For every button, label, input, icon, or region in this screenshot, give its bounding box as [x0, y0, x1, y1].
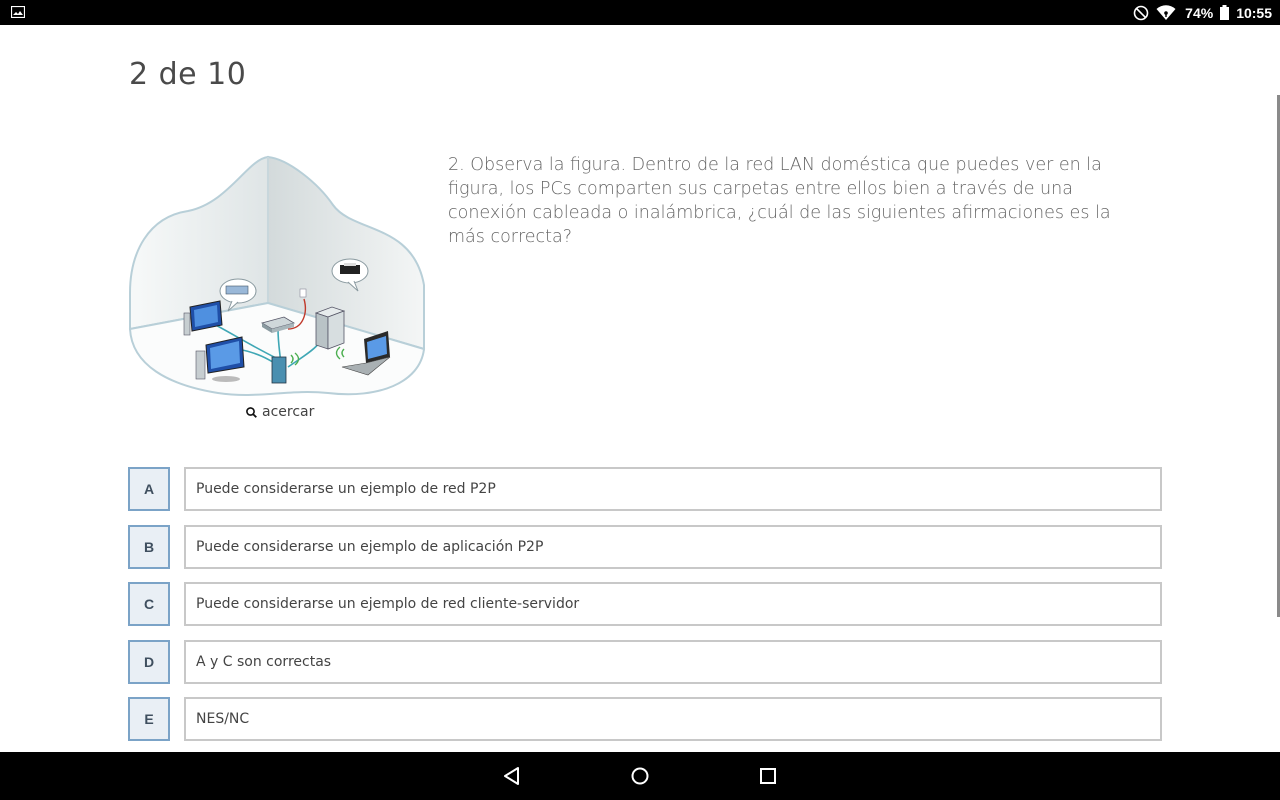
- option-letter[interactable]: C: [128, 582, 170, 626]
- question-counter: 2 de 10: [129, 57, 247, 92]
- answer-option-b[interactable]: B Puede considerarse un ejemplo de aplic…: [128, 525, 1162, 569]
- option-text-box[interactable]: Puede considerarse un ejemplo de red cli…: [184, 582, 1162, 626]
- zoom-label: acercar: [262, 404, 315, 420]
- back-icon[interactable]: [500, 764, 524, 788]
- home-lan-figure[interactable]: [128, 153, 428, 401]
- answer-option-d[interactable]: D A y C son correctas: [128, 640, 1162, 684]
- answer-option-e[interactable]: E NES/NC: [128, 697, 1162, 741]
- option-letter[interactable]: A: [128, 467, 170, 511]
- option-letter[interactable]: D: [128, 640, 170, 684]
- battery-percentage: 74%: [1185, 4, 1214, 21]
- home-icon[interactable]: [628, 764, 652, 788]
- wifi-icon: [1156, 4, 1176, 20]
- do-not-disturb-icon: [1133, 5, 1149, 20]
- answer-option-a[interactable]: A Puede considerarse un ejemplo de red P…: [128, 467, 1162, 511]
- option-text: Puede considerarse un ejemplo de aplicac…: [196, 539, 544, 555]
- option-text: Puede considerarse un ejemplo de red P2P: [196, 481, 496, 497]
- navigation-bar: [0, 752, 1280, 800]
- image-notification-icon: [11, 6, 25, 18]
- option-letter[interactable]: B: [128, 525, 170, 569]
- option-text-box[interactable]: NES/NC: [184, 697, 1162, 741]
- magnifier-icon: [246, 406, 257, 418]
- option-text-box[interactable]: Puede considerarse un ejemplo de aplicac…: [184, 525, 1162, 569]
- clock: 10:55: [1236, 4, 1272, 21]
- question-text: 2. Observa la figura. Dentro de la red L…: [448, 155, 1111, 247]
- option-letter[interactable]: E: [128, 697, 170, 741]
- status-bar: 74% 10:55: [0, 0, 1280, 25]
- option-text-box[interactable]: A y C son correctas: [184, 640, 1162, 684]
- answer-option-c[interactable]: C Puede considerarse un ejemplo de red c…: [128, 582, 1162, 626]
- option-text: NES/NC: [196, 711, 250, 727]
- battery-icon: [1220, 5, 1230, 20]
- recents-icon[interactable]: [756, 764, 780, 788]
- zoom-button[interactable]: acercar: [246, 404, 314, 420]
- option-text: A y C son correctas: [196, 654, 332, 670]
- option-text-box[interactable]: Puede considerarse un ejemplo de red P2P: [184, 467, 1162, 511]
- option-text: Puede considerarse un ejemplo de red cli…: [196, 596, 580, 612]
